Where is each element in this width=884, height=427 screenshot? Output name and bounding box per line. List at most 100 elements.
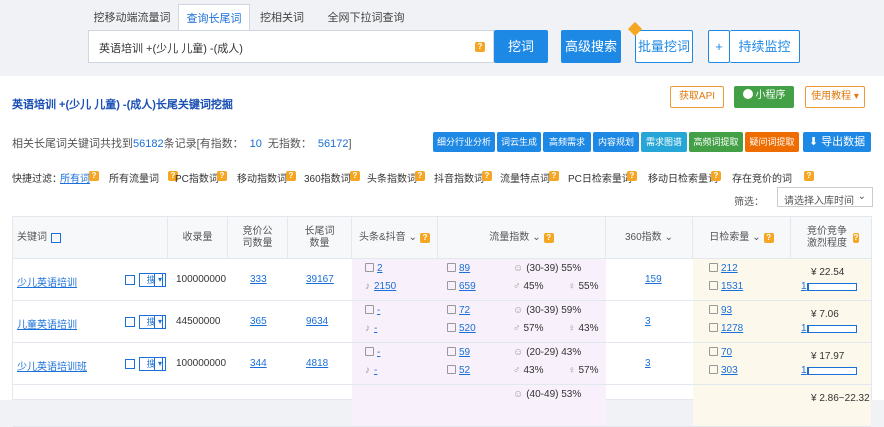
batch-mine-button[interactable]: 批量挖词 (635, 30, 693, 63)
col-bid[interactable]: 竞价公司数量 (228, 217, 288, 259)
word-cloud-button[interactable]: 词云生成 (497, 132, 541, 152)
index-360-link[interactable]: 3 (645, 358, 651, 369)
longtail-count-link[interactable]: 4818 (306, 358, 328, 369)
daily-pc-link[interactable]: 70 (721, 347, 732, 358)
filter-flow-feature[interactable]: 流量特点词 (500, 170, 550, 185)
help-icon[interactable]: ? (853, 232, 859, 243)
flow-pc-link[interactable]: 72 (459, 305, 470, 316)
help-icon[interactable]: ? (804, 171, 814, 181)
copy-icon[interactable] (125, 317, 135, 327)
toutiao-link[interactable]: 2 (377, 263, 383, 274)
col-toutiao[interactable]: 头条&抖音 ⌄? (352, 217, 438, 259)
tab-dropdown[interactable]: 全网下拉词查询 (318, 4, 414, 32)
plus-button[interactable]: + (708, 30, 730, 63)
flow-mobile-link[interactable]: 52 (459, 365, 470, 376)
bid-count-link[interactable]: 333 (250, 274, 267, 285)
toutiao-link[interactable]: - (377, 305, 380, 316)
longtail-count-link[interactable]: 39167 (306, 274, 334, 285)
copy-icon[interactable] (51, 232, 61, 243)
col-flow[interactable]: 流量指数 ⌄? (438, 217, 606, 259)
daily-mobile-link[interactable]: 1278 (721, 323, 743, 334)
high-demand-button[interactable]: 高频需求 (543, 132, 591, 152)
col-360[interactable]: 360指数 ⌄ (606, 217, 693, 259)
filter-pc-daily[interactable]: PC日检索量词 (568, 170, 632, 185)
daily-pc-link[interactable]: 212 (721, 263, 738, 274)
high-freq-extract-button[interactable]: 高频词提取 (689, 132, 743, 152)
help-icon[interactable]: ? (543, 232, 554, 243)
index-360-link[interactable]: 3 (645, 316, 651, 327)
export-label: 导出数据 (821, 136, 866, 148)
filter-mobile-daily[interactable]: 移动日检索量词 (648, 170, 718, 185)
filter-all[interactable]: 所有词 (60, 170, 90, 185)
longtail-count-link[interactable]: 9634 (306, 316, 328, 327)
advanced-search-button[interactable]: 高级搜索 (561, 30, 621, 63)
search-input[interactable]: 英语培训 +(少儿 儿童) -(成人) ? (88, 30, 494, 63)
summary-suffix: ] (348, 138, 352, 150)
age-text: (30-39) 55% (526, 263, 582, 274)
keyword-link[interactable]: 少儿英语培训 (17, 274, 77, 289)
tutorial-button[interactable]: 使用教程 ▾ (805, 86, 865, 108)
bid-count-link[interactable]: 365 (250, 316, 267, 327)
help-icon[interactable]: ? (763, 232, 774, 243)
tab-related[interactable]: 挖相关词 (252, 4, 312, 32)
douyin-link[interactable]: 2150 (374, 281, 396, 292)
copy-icon[interactable] (125, 359, 135, 369)
mine-button[interactable]: 挖词 (494, 30, 548, 63)
col-longtail[interactable]: 长尾词数量 (288, 217, 352, 259)
filter-pc[interactable]: PC指数词 (175, 170, 219, 185)
competition-level[interactable]: 1 (801, 281, 807, 292)
filter-flow[interactable]: 所有流量词 (109, 170, 159, 185)
mini-program-button[interactable]: 小程序 (734, 86, 794, 108)
export-button[interactable]: ⬇ 导出数据 (803, 132, 871, 152)
flow-mobile-link[interactable]: 520 (459, 323, 476, 334)
daily-pc-link[interactable]: 93 (721, 305, 732, 316)
help-icon[interactable]: ? (89, 171, 99, 181)
question-extract-button[interactable]: 疑问词提取 (745, 132, 799, 152)
filter-toutiao[interactable]: 头条指数词 (367, 170, 417, 185)
col-competition[interactable]: 竞价竞争激烈程度? (791, 217, 871, 259)
keyword-link[interactable]: 儿童英语培训 (17, 316, 77, 331)
help-icon[interactable]: ? (549, 171, 559, 181)
help-icon[interactable]: ? (711, 171, 721, 181)
chevron-down-icon[interactable]: ▾ (154, 315, 166, 329)
date-select[interactable]: 请选择入库时间 ⌄ (777, 187, 873, 207)
flow-pc-link[interactable]: 59 (459, 347, 470, 358)
index-360-link[interactable]: 159 (645, 274, 662, 285)
bid-count-link[interactable]: 344 (250, 358, 267, 369)
col-collect[interactable]: 收录量 (168, 217, 228, 259)
filter-bid[interactable]: 存在竞价的词 (732, 170, 792, 185)
flow-mobile-link[interactable]: 659 (459, 281, 476, 292)
sort-icon: ⌄ (664, 231, 674, 243)
toutiao-link[interactable]: - (377, 347, 380, 358)
chevron-down-icon[interactable]: ▾ (154, 357, 166, 371)
tab-longtail[interactable]: 查询长尾词 (178, 4, 250, 32)
flow-pc-link[interactable]: 89 (459, 263, 470, 274)
filter-360[interactable]: 360指数词 (304, 170, 351, 185)
competition-level[interactable]: 1 (801, 365, 807, 376)
help-icon[interactable]: ? (475, 42, 485, 52)
filter-douyin[interactable]: 抖音指数词 (434, 170, 484, 185)
help-icon[interactable]: ? (627, 171, 637, 181)
content-plan-button[interactable]: 内容规划 (593, 132, 639, 152)
help-icon[interactable]: ? (286, 171, 296, 181)
keyword-link[interactable]: 少儿英语培训班 (17, 358, 87, 373)
help-icon[interactable]: ? (415, 171, 425, 181)
douyin-link[interactable]: - (374, 323, 377, 334)
api-button[interactable]: 获取API (670, 86, 724, 108)
douyin-link[interactable]: - (374, 365, 377, 376)
help-icon[interactable]: ? (350, 171, 360, 181)
col-daily[interactable]: 日检索量 ⌄? (693, 217, 791, 259)
industry-analysis-button[interactable]: 细分行业分析 (433, 132, 495, 152)
competition-level[interactable]: 1 (801, 323, 807, 334)
help-icon[interactable]: ? (217, 171, 227, 181)
tab-mobile-flow[interactable]: 挖移动端流量词 (88, 4, 176, 32)
help-icon[interactable]: ? (482, 171, 492, 181)
copy-icon[interactable] (125, 275, 135, 285)
daily-mobile-link[interactable]: 1531 (721, 281, 743, 292)
help-icon[interactable]: ? (420, 232, 431, 243)
daily-mobile-link[interactable]: 303 (721, 365, 738, 376)
demand-graph-button[interactable]: 需求图谱 (641, 132, 687, 152)
chevron-down-icon[interactable]: ▾ (154, 273, 166, 287)
monitor-button[interactable]: 持续监控 (730, 30, 800, 63)
filter-mobile[interactable]: 移动指数词 (237, 170, 287, 185)
